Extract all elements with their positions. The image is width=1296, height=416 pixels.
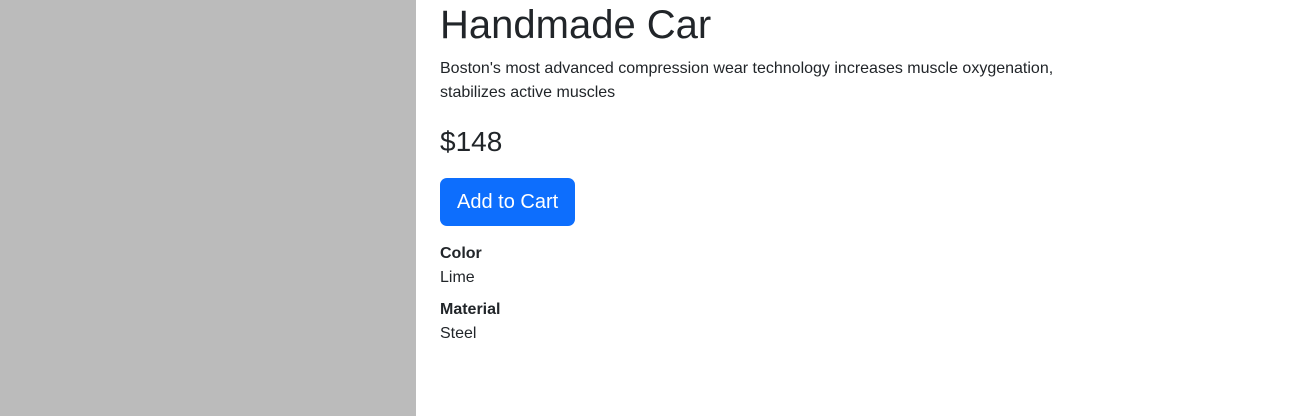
material-attribute-value: Steel xyxy=(440,325,477,342)
color-attribute-value: Lime xyxy=(440,269,475,286)
color-attribute-label: Color xyxy=(440,245,482,262)
material-attribute-label: Material xyxy=(440,301,501,318)
product-description: Boston's most advanced compression wear … xyxy=(440,60,1054,101)
product-title: Handmade Car xyxy=(440,3,712,47)
product-image-placeholder xyxy=(0,0,416,416)
add-to-cart-button[interactable]: Add to Cart xyxy=(440,178,576,226)
product-details: Handmade Car Boston's most advanced comp… xyxy=(416,0,1100,416)
product-page: Handmade Car Boston's most advanced comp… xyxy=(0,0,1296,416)
product-price: $148 xyxy=(440,126,503,157)
